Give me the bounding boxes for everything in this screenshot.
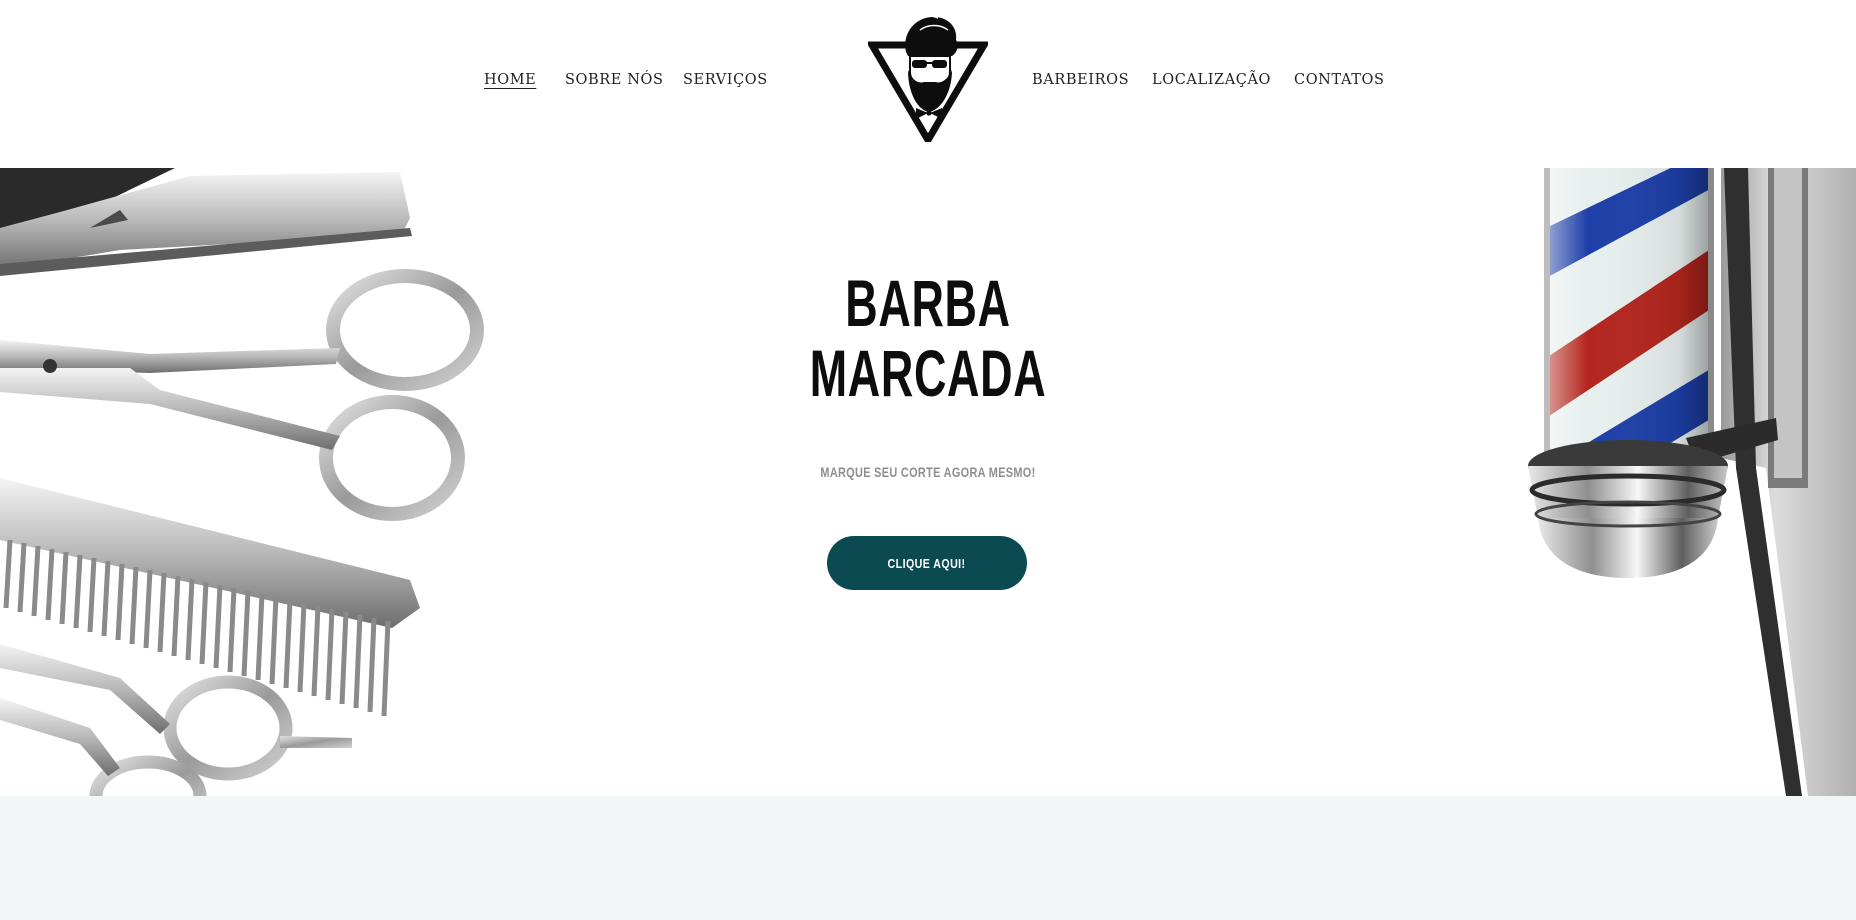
hero-title-line-1: BARBA bbox=[845, 266, 1011, 340]
barber-tools-image bbox=[0, 168, 484, 796]
cta-button[interactable]: CLIQUE AQUI! bbox=[827, 536, 1027, 590]
nav-link-servicos[interactable]: SERVIÇOS bbox=[683, 72, 768, 88]
hero-section: BARBA MARCADA MARQUE SEU CORTE AGORA MES… bbox=[0, 168, 1856, 796]
nav-link-sobre-nos[interactable]: SOBRE NÓS bbox=[565, 72, 664, 88]
nav-link-home[interactable]: HOME bbox=[484, 72, 536, 88]
next-section bbox=[0, 796, 1856, 920]
barber-pole-image bbox=[1528, 168, 1856, 796]
hero-title-line-2: MARCADA bbox=[809, 336, 1047, 410]
nav-link-contatos[interactable]: CONTATOS bbox=[1294, 72, 1385, 88]
cta-button-label: CLIQUE AQUI! bbox=[888, 555, 966, 571]
hero-subtitle: MARQUE SEU CORTE AGORA MESMO! bbox=[820, 464, 1036, 480]
hero-title: BARBA MARCADA bbox=[792, 268, 1064, 408]
nav-link-localizacao[interactable]: LOCALIZAÇÃO bbox=[1152, 72, 1271, 88]
site-header: HOME SOBRE NÓS SERVIÇOS BARBEIROS LOCALI… bbox=[0, 0, 1856, 168]
nav-link-barbeiros[interactable]: BARBEIROS bbox=[1032, 72, 1129, 88]
barbershop-logo[interactable] bbox=[868, 12, 988, 142]
